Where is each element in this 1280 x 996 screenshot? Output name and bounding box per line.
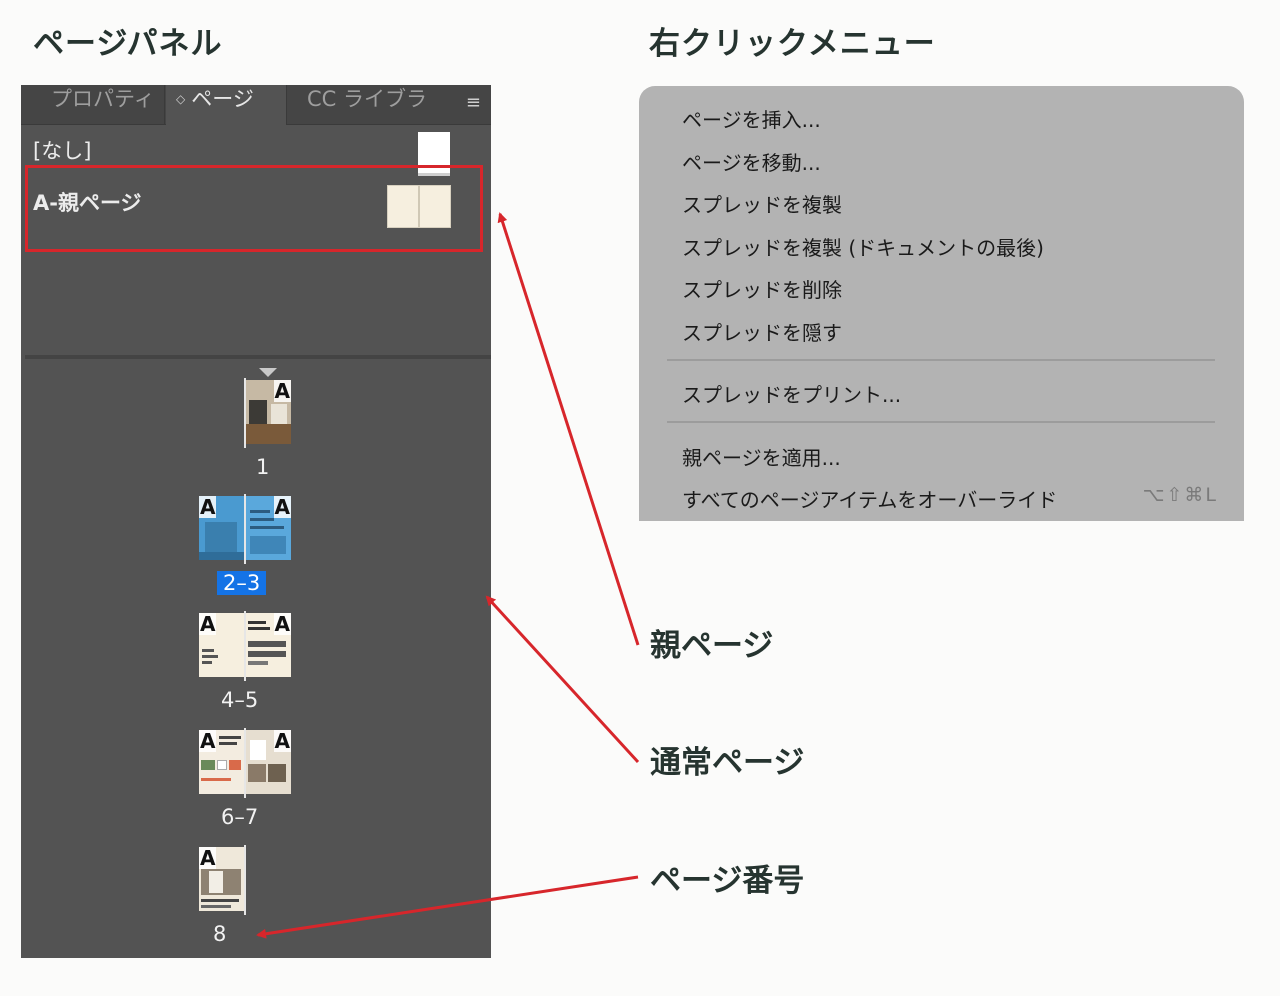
- page-thumbnail[interactable]: A: [199, 613, 244, 677]
- parent-page-highlight-box: [25, 165, 483, 252]
- menu-item-print-spread[interactable]: スプレッドをプリント...: [682, 379, 901, 408]
- pages-panel-heading: ページパネル: [33, 26, 223, 62]
- menu-separator: [667, 359, 1215, 361]
- parent-none-label[interactable]: [なし]: [33, 135, 91, 165]
- master-letter: A: [273, 496, 291, 519]
- master-letter: A: [199, 613, 217, 636]
- menu-separator: [667, 421, 1215, 423]
- menu-item-override-all[interactable]: すべてのページアイテムをオーバーライド: [682, 484, 1057, 513]
- tab-cc-libraries-label: CC ライブラリ: [307, 87, 426, 111]
- menu-item-hide-spread[interactable]: スプレッドを隠す: [682, 317, 842, 346]
- context-menu-heading: 右クリックメニュー: [649, 26, 936, 62]
- master-letter: A: [273, 613, 291, 636]
- panel-tab-bar: プロパティ ◇ ページ CC ライブラリ ≡: [21, 85, 491, 126]
- master-letter: A: [199, 730, 217, 753]
- spread-spine: [244, 845, 246, 915]
- page-thumbnail[interactable]: A: [199, 496, 244, 560]
- panel-section-divider[interactable]: [25, 355, 491, 359]
- panel-menu-icon[interactable]: ≡: [466, 92, 481, 113]
- annotation-page-number: ページ番号: [650, 863, 805, 899]
- arrow-normal-page: [485, 595, 640, 764]
- master-letter: A: [273, 380, 291, 403]
- tab-pages[interactable]: ◇ ページ: [166, 85, 286, 126]
- page-number-1[interactable]: 1: [256, 455, 269, 479]
- spread-spine: [244, 494, 246, 564]
- page-number-8[interactable]: 8: [213, 922, 226, 946]
- context-menu: ページを挿入... ページを移動... スプレッドを複製 スプレッドを複製 (ド…: [639, 86, 1244, 521]
- tab-collapse-caret-icon: ◇: [176, 92, 186, 106]
- annotation-parent-page: 親ページ: [650, 628, 774, 664]
- page-thumbnail[interactable]: A: [245, 380, 291, 444]
- page-number-2-3[interactable]: 2–3: [217, 571, 267, 595]
- insert-marker-icon: [259, 368, 277, 377]
- menu-item-delete-spread[interactable]: スプレッドを削除: [682, 274, 842, 303]
- master-letter: A: [199, 496, 217, 519]
- page-thumbnail[interactable]: A: [199, 847, 244, 911]
- menu-item-insert-pages[interactable]: ページを挿入...: [682, 104, 821, 133]
- page-thumbnail[interactable]: A: [246, 730, 291, 794]
- spread-spine: [244, 611, 246, 681]
- menu-item-move-pages[interactable]: ページを移動...: [682, 147, 821, 176]
- tab-properties[interactable]: プロパティ: [29, 85, 165, 125]
- menu-item-duplicate-spread[interactable]: スプレッドを複製: [682, 189, 842, 218]
- arrow-parent-page: [497, 212, 640, 646]
- page-number-6-7[interactable]: 6–7: [221, 805, 258, 829]
- pages-panel: プロパティ ◇ページ CC ライブラリ ≡ [なし] A-親ページ A 1 A: [21, 85, 491, 958]
- page-number-4-5[interactable]: 4–5: [221, 688, 258, 712]
- master-letter: A: [199, 847, 217, 870]
- tab-pages-label: ページ: [191, 87, 254, 111]
- menu-item-apply-parent[interactable]: 親ページを適用...: [682, 442, 841, 471]
- master-letter: A: [273, 730, 291, 753]
- tab-cc-libraries[interactable]: CC ライブラリ: [286, 85, 426, 125]
- page-thumbnail[interactable]: A: [246, 613, 291, 677]
- spread-spine: [244, 728, 246, 798]
- page-thumbnail[interactable]: A: [246, 496, 291, 560]
- annotation-normal-page: 通常ページ: [650, 745, 805, 781]
- menu-shortcut-override-all: ⌥⇧⌘L: [1142, 484, 1218, 506]
- spread-spine: [244, 378, 246, 448]
- page-thumbnail[interactable]: A: [199, 730, 244, 794]
- menu-item-duplicate-spread-end[interactable]: スプレッドを複製 (ドキュメントの最後): [682, 232, 1044, 261]
- tab-properties-label: プロパティ: [51, 87, 155, 111]
